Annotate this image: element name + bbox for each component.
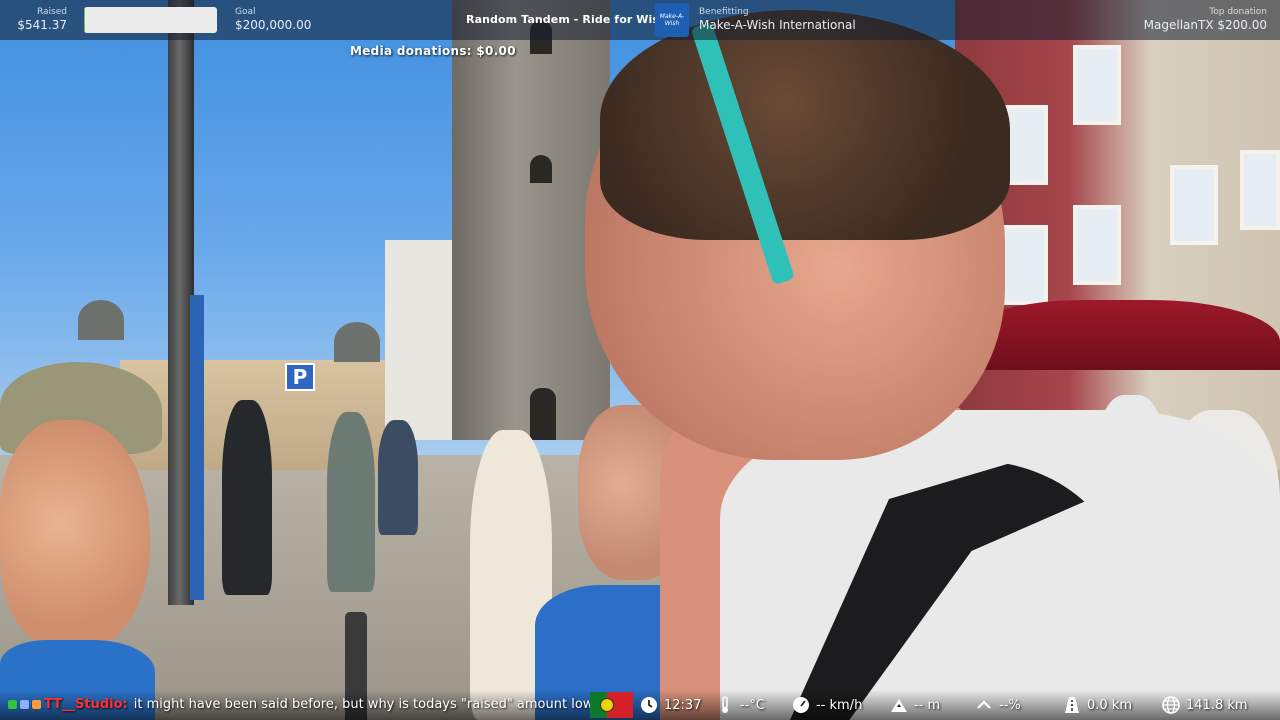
parking-sign: P (285, 363, 315, 391)
chat-username: TT__Studio: (44, 697, 128, 712)
raised-value: $541.37 (17, 18, 67, 32)
globe-icon (1162, 696, 1180, 714)
chat-message: TT__Studio: it might have been said befo… (8, 697, 607, 712)
donation-progress-bar (84, 7, 217, 33)
speed-readout: -- km/h (792, 696, 862, 714)
red-awning (955, 300, 1280, 370)
grade-readout: --% (975, 696, 1021, 714)
time-value: 12:37 (664, 697, 702, 713)
temperature-value: --°C (740, 697, 765, 713)
distance-total-readout: 141.8 km (1162, 696, 1248, 714)
distance-today-readout: 0.0 km (1063, 696, 1132, 714)
clock-icon (640, 696, 658, 714)
goal-label: Goal (235, 7, 256, 17)
chevron-up-icon (975, 696, 993, 714)
dome (334, 322, 380, 362)
altitude-value: -- m (914, 697, 941, 713)
chat-badge-icon (20, 700, 29, 709)
speed-value: -- km/h (816, 697, 863, 713)
altitude-readout: -- m (890, 696, 940, 714)
chat-badge-icon (8, 700, 17, 709)
thermometer-icon (716, 696, 734, 714)
goal-value: $200,000.00 (235, 18, 312, 32)
white-building (385, 240, 455, 440)
distance-today-value: 0.0 km (1087, 697, 1132, 713)
chat-text: it might have been said before, but why … (133, 697, 607, 712)
person-face (0, 420, 150, 650)
make-a-wish-logo: Make-A-Wish (655, 3, 689, 37)
benefitting-label: Benefitting (699, 7, 749, 17)
mountain-icon (890, 696, 908, 714)
distance-total-value: 141.8 km (1186, 697, 1248, 713)
benefitting-stat: Benefitting Make-A-Wish International (699, 7, 856, 33)
benefitting-value: Make-A-Wish International (699, 18, 856, 32)
dome (78, 300, 124, 340)
event-title: Random Tandem - Ride for Wishes (466, 13, 682, 26)
time-readout: 12:37 (640, 696, 701, 714)
media-donations: Media donations: $0.00 (350, 44, 516, 58)
grade-value: --% (999, 697, 1021, 713)
raised-stat: Raised $541.37 (14, 7, 67, 33)
sign-pole (190, 295, 204, 600)
goal-stat: Goal $200,000.00 (235, 7, 311, 33)
top-donation-value: MagellanTX $200.00 (1143, 18, 1267, 32)
raised-label: Raised (36, 7, 67, 17)
road-icon (1063, 696, 1081, 714)
portugal-flag-icon (590, 692, 633, 718)
top-donation-label: Top donation (1209, 7, 1267, 17)
top-donation-stat: Top donation MagellanTX $200.00 (1120, 7, 1267, 33)
chat-badge-icon (32, 700, 41, 709)
video-frame: P (0, 0, 1280, 720)
speedometer-icon (792, 696, 810, 714)
temperature-readout: --°C (716, 696, 765, 714)
